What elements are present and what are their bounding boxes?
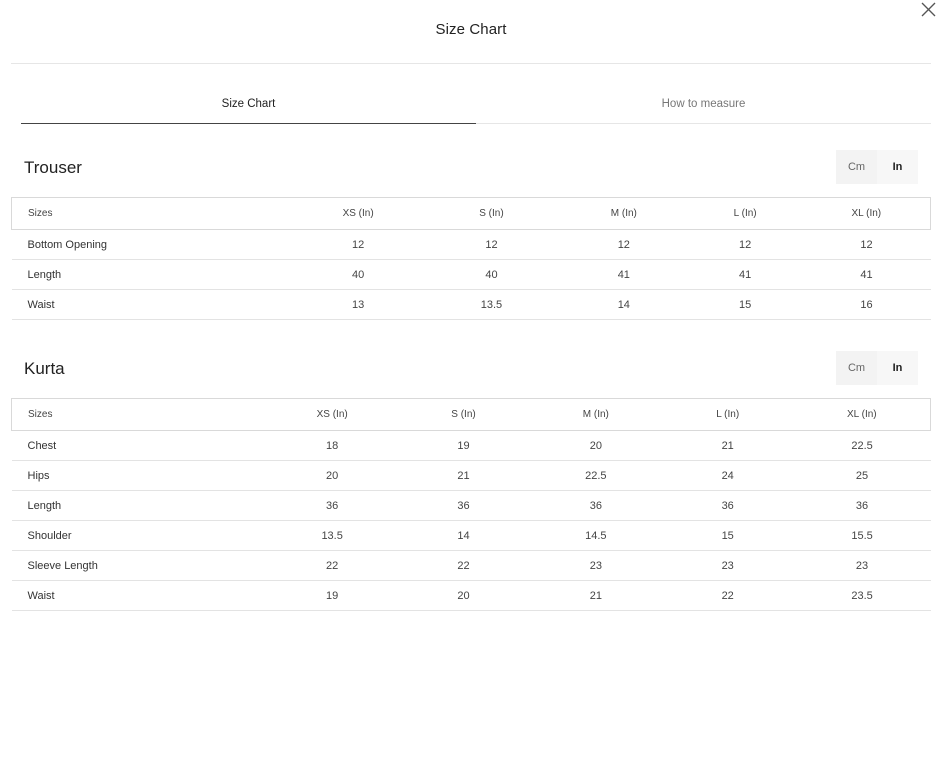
table-cell: 20 [397,580,530,611]
trouser-section: Trouser Cm In Sizes XS (In) S (In) M (In… [11,150,931,320]
column-header: S (In) [397,398,530,431]
kurta-size-table: Sizes XS (In) S (In) M (In) L (In) XL (I… [11,398,931,611]
table-cell: 21 [397,460,530,491]
table-cell: 23 [793,550,931,581]
table-cell: 15 [661,520,794,551]
column-header: S (In) [423,197,560,230]
table-cell: 25 [793,460,931,491]
column-header: Sizes [11,398,268,431]
table-row: Waist 19 20 21 22 23.5 [11,580,931,611]
tab-how-to-measure[interactable]: How to measure [476,84,931,123]
table-row: Length 36 36 36 36 36 [11,490,931,521]
column-header: Sizes [11,197,294,230]
table-row: Sleeve Length 22 22 23 23 23 [11,550,931,581]
close-icon[interactable] [918,0,938,20]
table-cell: 22.5 [529,460,662,491]
column-header: XL (In) [802,197,931,230]
unit-cm-button[interactable]: Cm [836,351,877,385]
table-row: Length 40 40 41 41 41 [11,259,931,290]
table-cell: 19 [397,430,530,461]
row-label: Chest [11,430,268,461]
table-row: Shoulder 13.5 14 14.5 15 15.5 [11,520,931,551]
row-label: Shoulder [11,520,268,551]
column-header: L (In) [687,197,803,230]
trouser-size-table: Sizes XS (In) S (In) M (In) L (In) XL (I… [11,197,931,320]
table-cell: 18 [267,430,398,461]
table-cell: 20 [267,460,398,491]
table-cell: 41 [687,259,803,290]
table-cell: 15 [687,289,803,320]
unit-in-button[interactable]: In [877,351,918,385]
section-title-trouser: Trouser [24,158,82,177]
table-cell: 12 [802,229,931,260]
table-cell: 24 [661,460,794,491]
table-cell: 13.5 [267,520,398,551]
table-cell: 41 [802,259,931,290]
table-row: Chest 18 19 20 21 22.5 [11,430,931,461]
table-row: Hips 20 21 22.5 24 25 [11,460,931,491]
table-cell: 14 [397,520,530,551]
table-cell: 12 [559,229,688,260]
table-cell: 12 [293,229,424,260]
table-cell: 36 [529,490,662,521]
table-cell: 13.5 [423,289,560,320]
kurta-section: Kurta Cm In Sizes XS (In) S (In) M (In) … [11,351,931,611]
table-cell: 40 [423,259,560,290]
table-cell: 12 [423,229,560,260]
row-label: Length [11,490,268,521]
table-cell: 22 [267,550,398,581]
column-header: L (In) [661,398,794,431]
table-cell: 21 [661,430,794,461]
row-label: Bottom Opening [11,229,294,260]
section-title-kurta: Kurta [24,359,65,378]
column-header: XS (In) [267,398,398,431]
table-cell: 14.5 [529,520,662,551]
table-cell: 22 [397,550,530,581]
row-label: Length [11,259,294,290]
table-row: Bottom Opening 12 12 12 12 12 [11,229,931,260]
table-cell: 23.5 [793,580,931,611]
table-cell: 14 [559,289,688,320]
column-header: XL (In) [793,398,931,431]
table-cell: 12 [687,229,803,260]
unit-toggle-kurta: Cm In [836,351,918,385]
table-cell: 21 [529,580,662,611]
unit-in-button[interactable]: In [877,150,918,184]
row-label: Hips [11,460,268,491]
table-header-row: Sizes XS (In) S (In) M (In) L (In) XL (I… [11,197,931,230]
table-cell: 23 [529,550,662,581]
table-cell: 36 [267,490,398,521]
column-header: M (In) [559,197,688,230]
table-cell: 20 [529,430,662,461]
table-cell: 19 [267,580,398,611]
table-cell: 36 [661,490,794,521]
tab-size-chart[interactable]: Size Chart [21,84,476,124]
column-header: M (In) [529,398,662,431]
table-cell: 16 [802,289,931,320]
tab-bar: Size Chart How to measure [21,84,931,124]
unit-cm-button[interactable]: Cm [836,150,877,184]
table-header-row: Sizes XS (In) S (In) M (In) L (In) XL (I… [11,398,931,431]
table-cell: 41 [559,259,688,290]
table-cell: 23 [661,550,794,581]
table-cell: 40 [293,259,424,290]
modal-title: Size Chart [435,21,507,38]
table-cell: 22.5 [793,430,931,461]
modal-header: Size Chart [11,0,931,64]
row-label: Waist [11,580,268,611]
table-cell: 36 [397,490,530,521]
row-label: Waist [11,289,294,320]
table-cell: 15.5 [793,520,931,551]
table-cell: 36 [793,490,931,521]
table-row: Waist 13 13.5 14 15 16 [11,289,931,320]
table-cell: 13 [293,289,424,320]
table-cell: 22 [661,580,794,611]
column-header: XS (In) [293,197,424,230]
row-label: Sleeve Length [11,550,268,581]
unit-toggle-trouser: Cm In [836,150,918,184]
